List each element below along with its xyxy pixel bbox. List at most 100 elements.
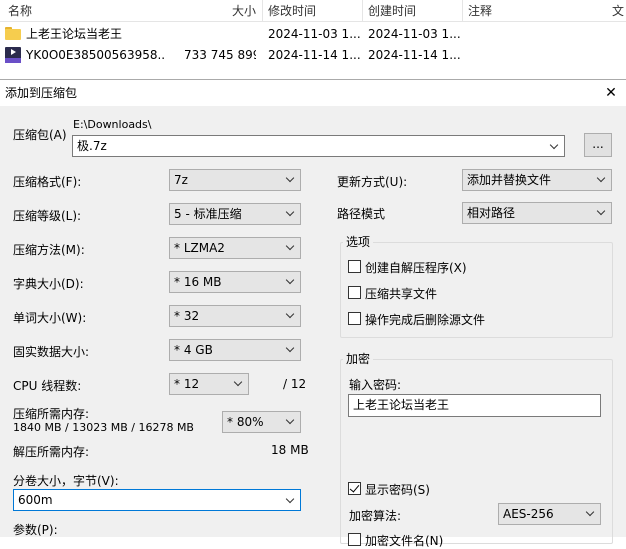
memory-detail: 1840 MB / 13023 MB / 16278 MB <box>13 421 194 434</box>
options-title: 选项 <box>343 235 374 249</box>
show-password-checkbox[interactable] <box>348 482 361 495</box>
encryption-title: 加密 <box>343 352 374 366</box>
column-separator[interactable] <box>362 0 363 22</box>
delete-checkbox[interactable] <box>348 312 361 325</box>
chevron-down-icon <box>282 306 300 326</box>
decompress-memory-label: 解压所需内存: <box>13 445 90 459</box>
path-mode-select[interactable]: 相对路径 <box>462 202 612 224</box>
cpu-label: CPU 线程数: <box>13 379 82 393</box>
level-value: 5 - 标准压缩 <box>174 207 242 221</box>
cpu-select[interactable]: * 12 <box>169 373 249 395</box>
sfx-label[interactable]: 创建自解压程序(X) <box>365 259 467 276</box>
file-modified: 2024-11-03 1... <box>268 27 361 41</box>
file-row[interactable]: YK0O0E38500563958... 733 745 899 2024-11… <box>0 44 626 66</box>
chevron-down-icon <box>282 412 300 432</box>
shared-checkbox[interactable] <box>348 286 361 299</box>
password-input[interactable]: 上老王论坛当老王 <box>348 394 601 417</box>
solid-value: * 4 GB <box>174 343 213 357</box>
memory-label: 压缩所需内存: <box>13 407 90 421</box>
chevron-down-icon[interactable] <box>282 490 300 510</box>
password-label: 输入密码: <box>349 378 402 392</box>
split-size-value: 600m <box>18 493 53 507</box>
close-icon[interactable]: ✕ <box>596 80 626 106</box>
memory-select[interactable]: * 80% <box>222 411 301 433</box>
file-modified: 2024-11-14 1... <box>268 48 361 62</box>
file-created: 2024-11-14 1... <box>368 48 461 62</box>
dialog-title: 添加到压缩包 <box>5 86 78 100</box>
file-row[interactable]: 上老王论坛当老王 2024-11-03 1... 2024-11-03 1... <box>0 23 626 45</box>
mp4-file-icon <box>5 47 21 63</box>
method-value: * LZMA2 <box>174 241 225 255</box>
encryption-method-select[interactable]: AES-256 <box>498 503 601 525</box>
sfx-checkbox[interactable] <box>348 260 361 273</box>
column-modified[interactable]: 修改时间 <box>268 0 316 22</box>
format-label: 压缩格式(F): <box>13 175 82 189</box>
archive-path: E:\Downloads\ <box>73 118 152 131</box>
column-comment[interactable]: 注释 <box>468 0 492 22</box>
column-size[interactable]: 大小 <box>232 0 256 22</box>
file-created: 2024-11-03 1... <box>368 27 461 41</box>
browse-button[interactable]: ... <box>584 133 612 157</box>
level-label: 压缩等级(L): <box>13 209 82 223</box>
params-label: 参数(P): <box>13 523 58 537</box>
chevron-down-icon <box>593 203 611 223</box>
word-value: * 32 <box>174 309 200 323</box>
path-mode-label: 路径模式 <box>337 207 386 221</box>
chevron-down-icon[interactable] <box>546 136 564 156</box>
solid-select[interactable]: * 4 GB <box>169 339 301 361</box>
show-password-label[interactable]: 显示密码(S) <box>365 481 430 498</box>
update-label: 更新方式(U): <box>337 175 408 189</box>
archive-label: 压缩包(A) <box>13 128 67 142</box>
shared-label[interactable]: 压缩共享文件 <box>365 285 437 302</box>
cpu-total: / 12 <box>283 377 307 391</box>
file-size: 733 745 899 <box>184 48 256 62</box>
dict-select[interactable]: * 16 MB <box>169 271 301 293</box>
encryption-method-value: AES-256 <box>503 507 554 521</box>
archive-name-input[interactable]: 极.7z <box>72 135 565 157</box>
chevron-down-icon <box>282 238 300 258</box>
dict-value: * 16 MB <box>174 275 222 289</box>
chevron-down-icon <box>282 340 300 360</box>
split-size-input[interactable]: 600m <box>13 489 301 511</box>
add-to-archive-dialog: 添加到压缩包 ✕ 压缩包(A) E:\Downloads\ 极.7z ... 压… <box>0 79 626 548</box>
column-created[interactable]: 创建时间 <box>368 0 416 22</box>
column-separator[interactable] <box>262 0 263 22</box>
solid-label: 固实数据大小: <box>13 345 90 359</box>
chevron-down-icon <box>282 272 300 292</box>
explorer-header: 名称 大小 修改时间 创建时间 注释 文 <box>0 0 626 22</box>
memory-value: * 80% <box>227 415 264 429</box>
split-label: 分卷大小，字节(V): <box>13 474 119 488</box>
encryption-method-label: 加密算法: <box>349 509 402 523</box>
chevron-down-icon <box>593 170 611 190</box>
method-select[interactable]: * LZMA2 <box>169 237 301 259</box>
file-explorer: 名称 大小 修改时间 创建时间 注释 文 上老王论坛当老王 2024-11-03… <box>0 0 626 68</box>
format-value: 7z <box>174 173 188 187</box>
chevron-down-icon <box>282 204 300 224</box>
dialog-titlebar[interactable]: 添加到压缩包 ✕ <box>0 80 626 106</box>
update-value: 添加并替换文件 <box>467 173 552 187</box>
word-select[interactable]: * 32 <box>169 305 301 327</box>
file-name: 上老王论坛当老王 <box>26 27 123 41</box>
level-select[interactable]: 5 - 标准压缩 <box>169 203 301 225</box>
encrypt-names-label[interactable]: 加密文件名(N) <box>365 532 443 549</box>
dict-label: 字典大小(D): <box>13 277 84 291</box>
file-name: YK0O0E38500563958... <box>26 48 166 62</box>
cpu-value: * 12 <box>174 377 200 391</box>
format-select[interactable]: 7z <box>169 169 301 191</box>
column-extra[interactable]: 文 <box>612 0 624 22</box>
word-label: 单词大小(W): <box>13 311 87 325</box>
folder-icon <box>5 27 21 40</box>
decompress-memory-value: 18 MB <box>271 443 309 457</box>
chevron-down-icon <box>230 374 248 394</box>
column-separator[interactable] <box>462 0 463 22</box>
method-label: 压缩方法(M): <box>13 243 85 257</box>
chevron-down-icon <box>282 170 300 190</box>
path-mode-value: 相对路径 <box>467 206 516 220</box>
password-value: 上老王论坛当老王 <box>353 398 450 412</box>
delete-label[interactable]: 操作完成后删除源文件 <box>365 311 485 328</box>
column-name[interactable]: 名称 <box>8 0 32 22</box>
chevron-down-icon <box>582 504 600 524</box>
encrypt-names-checkbox[interactable] <box>348 533 361 546</box>
update-select[interactable]: 添加并替换文件 <box>462 169 612 191</box>
archive-name-value: 极.7z <box>77 139 107 153</box>
